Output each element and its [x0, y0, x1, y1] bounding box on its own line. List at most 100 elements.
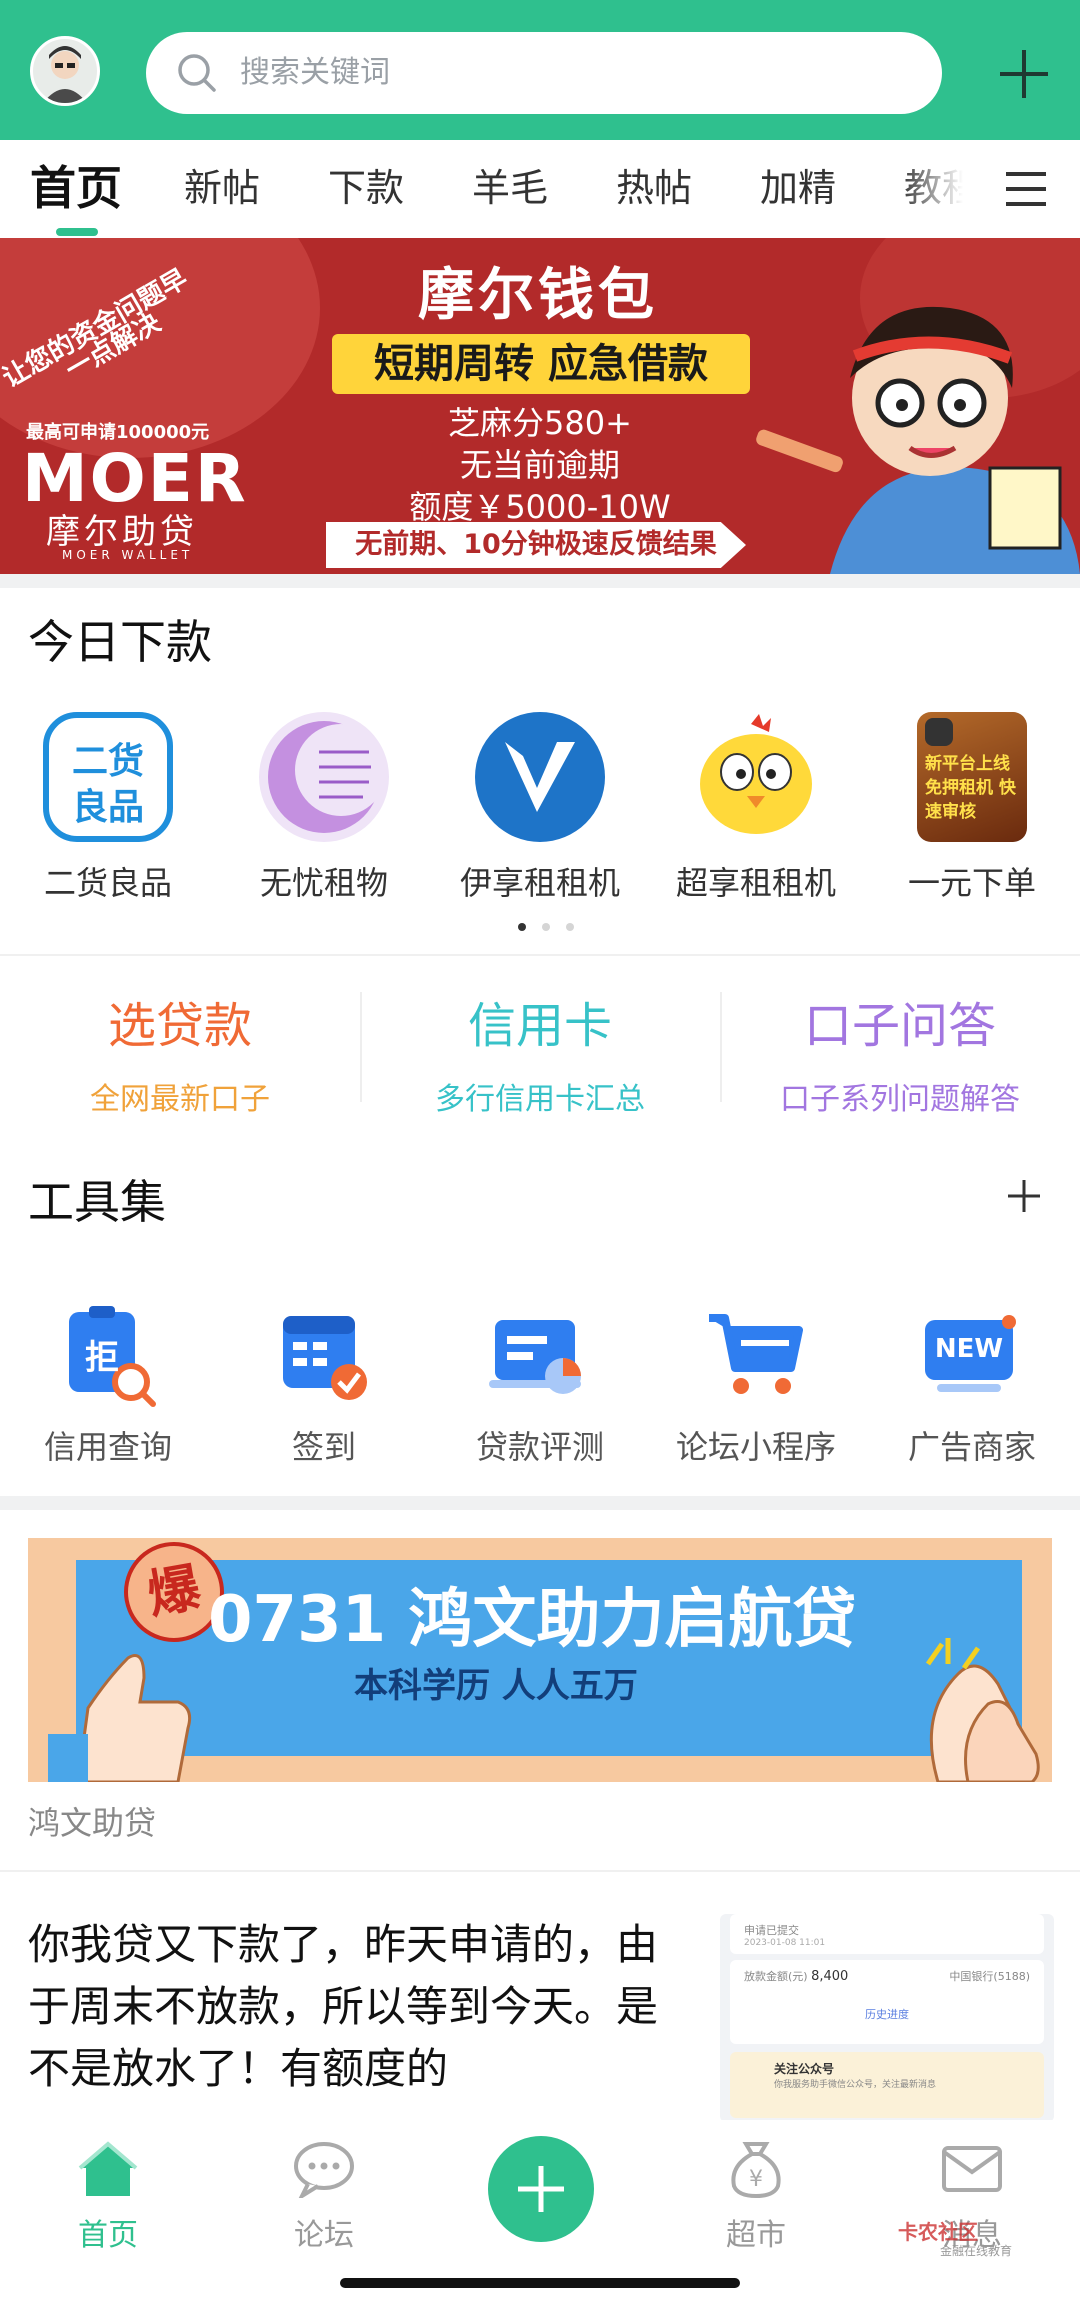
yixiang-icon — [475, 712, 605, 842]
nav-label: 首页 — [78, 2218, 138, 2253]
link-title: 选贷款 — [107, 998, 252, 1054]
top-bar: 搜索关键词 — [0, 0, 1080, 140]
tool-label: 贷款评测 — [475, 1428, 604, 1466]
banner-brand-en: MOER WALLET — [62, 548, 194, 562]
tools-title: 工具集 — [28, 1175, 166, 1229]
banner-brand-cn: 摩尔助贷 — [46, 512, 198, 552]
link-select-loan[interactable]: 选贷款 全网最新口子 — [0, 986, 360, 1118]
link-title: 信用卡 — [467, 998, 612, 1054]
watermark-logo: 卡农社区 — [898, 2220, 978, 2244]
new-ad-icon: NEW — [917, 1300, 1027, 1410]
thumb-date: 2023-01-08 11:01 — [744, 1938, 826, 1948]
nav-forum[interactable]: 论坛 — [244, 2140, 404, 2254]
ad-source-caption: 鸿文助贷 — [28, 1804, 157, 1842]
post-thumbnail: 申请已提交 2023-01-08 11:01 放款金额(元) 8,400 中国银… — [720, 1914, 1054, 2122]
banner-title: 摩尔钱包 — [418, 263, 658, 328]
link-credit-card[interactable]: 信用卡 多行信用卡汇总 — [360, 986, 720, 1118]
tab-hot[interactable]: 热帖 — [616, 140, 692, 238]
watermark-sub: 金融在线教育 — [940, 2244, 1013, 2258]
app-ergoods[interactable]: 二货 良品 二货良品 — [8, 712, 208, 904]
nav-label: 超市 — [726, 2218, 786, 2253]
tool-checkin[interactable]: 签到 — [224, 1300, 424, 1468]
app-wuyou[interactable]: 无忧租物 — [224, 712, 424, 904]
tool-label: 论坛小程序 — [675, 1428, 836, 1466]
promo-banner-hongwen[interactable]: 爆 0731 鸿文助力启航贷 本科学历 人人五万 — [28, 1538, 1052, 1782]
active-tab-indicator — [56, 228, 98, 236]
money-bag-icon: ¥ — [731, 2142, 781, 2199]
thumb-amount-label: 放款金额(元) — [744, 1970, 808, 1983]
menu-icon[interactable] — [1004, 170, 1048, 208]
thumb-follow-sub: 你我服务助手微信公众号，关注最新消息 — [774, 2080, 937, 2090]
ergoods-icon-text-2: 良品 — [71, 787, 144, 828]
add-post-plus-icon[interactable] — [996, 46, 1052, 102]
user-avatar[interactable] — [30, 36, 100, 106]
app-yixiang[interactable]: 伊享租租机 — [440, 712, 640, 904]
page-dot — [542, 923, 550, 931]
mail-icon — [942, 2146, 1002, 2192]
link-qa[interactable]: 口子问答 口子系列问题解答 — [720, 986, 1080, 1118]
thumb-status: 申请已提交 — [744, 1924, 799, 1937]
post-item[interactable]: 你我贷又下款了，昨天申请的，由于周末不放款，所以等到今天。是不是放水了！有额度的… — [0, 1870, 1080, 2122]
nav-create-post-button[interactable] — [488, 2136, 594, 2242]
tool-advertisers[interactable]: NEW 广告商家 — [872, 1300, 1072, 1468]
quick-links: 选贷款 全网最新口子 信用卡 多行信用卡汇总 口子问答 口子系列问题解答 — [0, 954, 1080, 1117]
cart-icon — [701, 1300, 811, 1410]
banner-bottom-note: 无前期、10分钟极速反馈结果 — [326, 522, 746, 568]
clapping-hands-illustration — [925, 1638, 1040, 1782]
banner-line-3: 额度￥5000-10W — [409, 488, 671, 526]
banner-main-text: 0731 鸿文助力启航贷 — [208, 1583, 857, 1657]
banner-sub-text: 本科学历 人人五万 — [354, 1666, 638, 1706]
search-placeholder: 搜索关键词 — [240, 55, 390, 90]
tool-credit-query[interactable]: 拒 信用查询 — [8, 1300, 208, 1468]
home-indicator — [340, 2278, 740, 2288]
ergoods-icon: 二货 良品 — [43, 712, 173, 842]
banner-highlight: 短期周转 应急借款 — [332, 334, 750, 394]
phone-promo-icon: 新平台上线 免押租机 快速审核 — [917, 712, 1027, 842]
app-label: 一元下单 — [907, 864, 1036, 902]
nav-home[interactable]: 首页 — [28, 2140, 188, 2254]
link-subtitle: 全网最新口子 — [90, 1082, 270, 1117]
tab-home[interactable]: 首页 — [30, 140, 122, 238]
tool-mini-program[interactable]: 论坛小程序 — [656, 1300, 856, 1468]
link-subtitle: 口子系列问题解答 — [780, 1082, 1020, 1117]
app-chaoxiang[interactable]: 超享租租机 — [656, 712, 856, 904]
tool-label: 签到 — [291, 1428, 356, 1466]
nav-market[interactable]: ¥ 超市 — [676, 2140, 836, 2254]
banner-line-1: 芝麻分580+ — [448, 404, 632, 442]
tool-label: 广告商家 — [907, 1428, 1036, 1466]
loan-eval-icon — [485, 1300, 595, 1410]
thumb-amount: 8,400 — [811, 1969, 849, 1984]
section-gap — [0, 574, 1080, 588]
app-label: 无忧租物 — [259, 864, 388, 902]
promo-banner-moer[interactable]: 让您的资金问题早 一点解决 最高可申请100000元 MOER 摩尔助贷 MOE… — [0, 238, 1080, 574]
app-label: 二货良品 — [43, 864, 172, 902]
checkin-icon — [269, 1300, 379, 1410]
tab-loans[interactable]: 下款 — [328, 140, 404, 238]
tool-loan-eval[interactable]: 贷款评测 — [440, 1300, 640, 1468]
page-dot — [566, 923, 574, 931]
phone-promo-text: 新平台上线 免押租机 快速审核 — [925, 754, 1016, 822]
tab-new-posts[interactable]: 新帖 — [184, 140, 260, 238]
plus-icon — [518, 2166, 564, 2212]
tool-label: 信用查询 — [43, 1428, 172, 1466]
home-icon — [78, 2141, 138, 2196]
category-tabs: 首页 新帖 下款 羊毛 热帖 加精 教程 — [0, 140, 1080, 238]
search-icon — [178, 54, 216, 92]
thumb-bank: 中国银行(5188) — [949, 1970, 1030, 1983]
new-ad-icon-text: NEW — [934, 1334, 1004, 1364]
chat-icon — [294, 2142, 354, 2202]
app-yiyuan[interactable]: 新平台上线 免押租机 快速审核 一元下单 — [872, 712, 1072, 904]
tab-fade — [900, 140, 990, 238]
ergoods-icon-text-1: 二货 — [71, 741, 144, 782]
search-bar[interactable]: 搜索关键词 — [146, 32, 942, 114]
add-tool-plus-icon[interactable] — [1006, 1178, 1042, 1214]
wuyou-icon — [259, 712, 389, 842]
cartoon-boy-illustration — [756, 306, 1080, 574]
banner-line-2: 无当前逾期 — [459, 446, 620, 484]
section-gap — [0, 1496, 1080, 1510]
svg-text:¥: ¥ — [749, 2167, 763, 2192]
tab-featured[interactable]: 加精 — [760, 140, 836, 238]
tab-freebies[interactable]: 羊毛 — [472, 140, 548, 238]
credit-query-icon-text: 拒 — [85, 1338, 119, 1378]
link-subtitle: 多行信用卡汇总 — [435, 1082, 645, 1117]
